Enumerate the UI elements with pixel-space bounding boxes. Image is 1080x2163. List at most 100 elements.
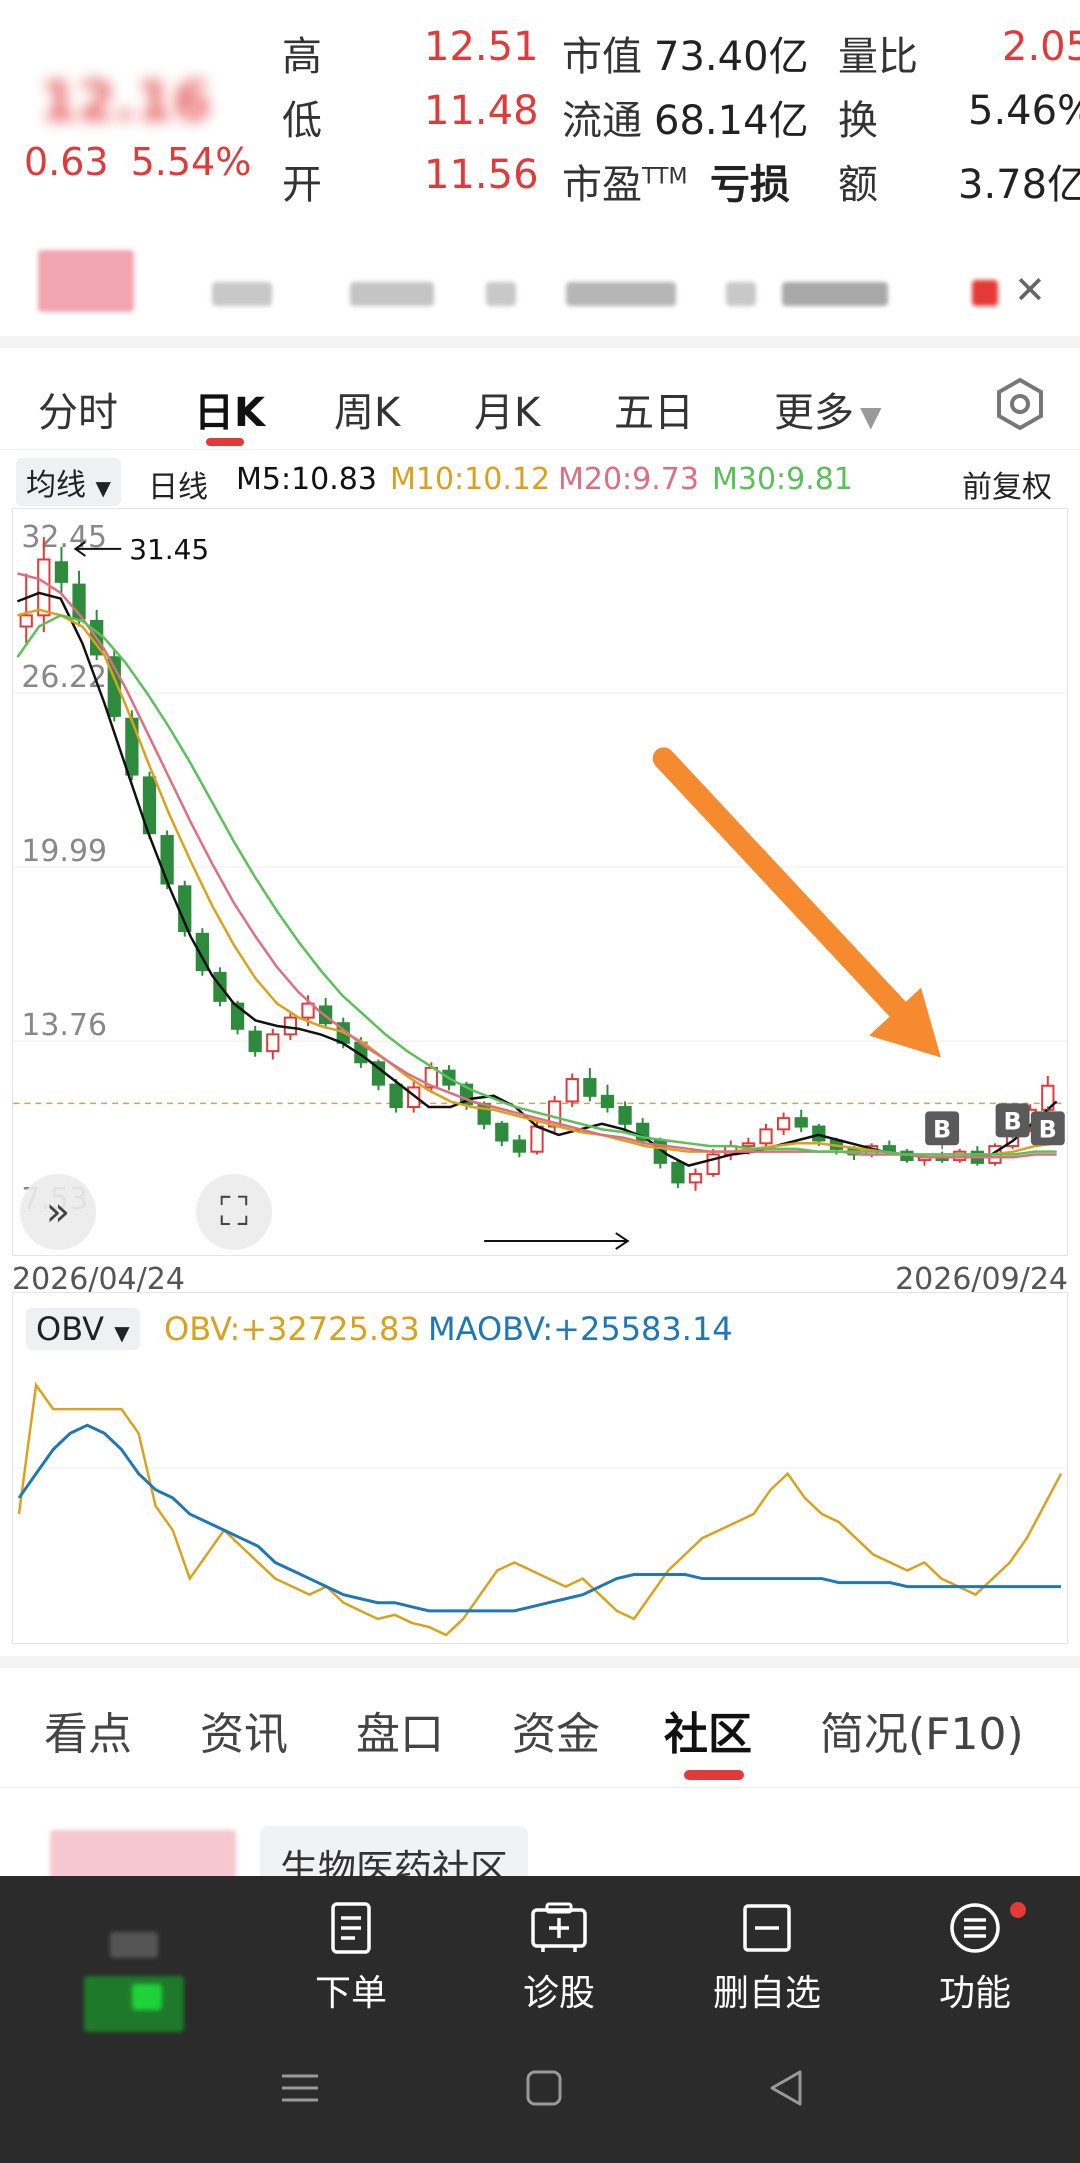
ma5-value: M5:10.83 [236, 462, 377, 497]
back-triangle-icon[interactable] [766, 2068, 806, 2108]
diagnose-button[interactable]: 诊股 [484, 1900, 634, 2016]
redacted-block [110, 1932, 158, 1958]
quote-header: 12.16 0.63 5.54% 高 12.51 市值 73.40亿 量比 2.0… [0, 0, 1080, 232]
quote-row-1: 高 12.51 市值 73.40亿 量比 2.05 [282, 24, 1080, 88]
kline-chart[interactable]: 32.4526.2219.9913.767.5331.45BBB [12, 508, 1068, 1256]
candle-body [794, 1117, 808, 1128]
candle-body [37, 558, 51, 617]
candle-body [953, 1150, 967, 1162]
candle-body [600, 1094, 615, 1108]
tab-community[interactable]: 社区 [664, 1698, 752, 1762]
stat-value-high: 12.51 [424, 24, 539, 70]
functions-label: 功能 [938, 1973, 1011, 2014]
caret-down-icon: ▼ [95, 476, 111, 500]
stat-value-turnover: 5.46% [968, 88, 1080, 134]
candle-body [248, 1030, 262, 1053]
candle-body [19, 614, 33, 628]
info-tabs: 看点 资讯 盘口 资金 社区 简况(F10) [0, 1668, 1080, 1788]
candle-body [495, 1122, 509, 1142]
obv-dropdown[interactable]: OBV ▼ [26, 1308, 140, 1350]
section-divider [0, 336, 1080, 348]
stat-label-low: 低 [282, 98, 322, 144]
y-tick-label: 13.76 [21, 1008, 107, 1043]
section-divider [0, 1656, 1080, 1668]
order-label: 下单 [314, 1973, 387, 2014]
change-percent: 5.54% [130, 140, 252, 184]
change-amount: 0.63 [24, 140, 109, 184]
stat-label-pe: 市盈TTM [562, 162, 688, 208]
stat-label-volratio: 量比 [838, 34, 918, 80]
candle-body [266, 1033, 280, 1053]
tab-news[interactable]: 资讯 [200, 1698, 288, 1762]
home-square-icon[interactable] [524, 2068, 564, 2108]
community-chip[interactable]: 生物医药社区 [260, 1826, 529, 1876]
tab-intraday[interactable]: 分时 [38, 380, 118, 438]
obv-value: OBV:+32725.83 [164, 1310, 420, 1348]
tab-profile-f10[interactable]: 简况(F10) [820, 1698, 1024, 1762]
redacted-block [350, 282, 434, 306]
stat-label-turnover: 换 [838, 98, 878, 144]
close-icon[interactable]: ✕ [1014, 268, 1046, 312]
tab-monthly-k[interactable]: 月K [474, 380, 540, 438]
hexagon-gear-icon[interactable] [992, 376, 1048, 432]
stat-value-pe: 亏损 [710, 162, 790, 208]
quote-row-2: 低 11.48 流通 68.14亿 换 5.46% [282, 88, 1080, 152]
redacted-block [212, 282, 272, 306]
stat-label-mktcap: 市值 [562, 34, 642, 80]
redacted-avatar [38, 250, 134, 312]
redacted-info-row [0, 236, 1080, 336]
stat-value-open: 11.56 [424, 152, 539, 198]
stat-value-volratio: 2.05 [1002, 24, 1080, 70]
candle-body [741, 1142, 756, 1148]
redacted-block [782, 282, 888, 306]
remove-watchlist-label: 删自选 [712, 1973, 821, 2014]
adjust-mode[interactable]: 前复权 [962, 462, 1052, 506]
period-tabs: 分时 日K 周K 月K 五日 更多 ▼ [0, 350, 1080, 450]
redacted-block [486, 282, 516, 306]
tab-capital[interactable]: 资金 [512, 1698, 600, 1762]
ma20-value: M20:9.73 [558, 462, 699, 497]
candle-body [688, 1173, 703, 1184]
ma30-value: M30:9.81 [712, 462, 853, 497]
maobv-value: MAOBV:+25583.14 [428, 1310, 733, 1348]
tab-highlights[interactable]: 看点 [44, 1698, 132, 1762]
price-change: 0.63 5.54% [24, 140, 273, 184]
candle-body [759, 1128, 773, 1145]
candle-body [671, 1161, 685, 1184]
candle-body [618, 1106, 632, 1125]
y-tick-label: 19.99 [21, 834, 107, 869]
redacted-block [132, 1984, 162, 2010]
ma10-value: M10:10.12 [390, 462, 551, 497]
tab-more[interactable]: 更多 ▼ [774, 380, 882, 438]
stat-label-high: 高 [282, 34, 322, 80]
current-price: 12.16 [40, 70, 211, 133]
stat-value-low: 11.48 [424, 88, 539, 134]
indicator-dropdown[interactable]: 均线 ▼ [16, 458, 121, 506]
candle-body [583, 1078, 597, 1097]
active-tab-indicator [206, 438, 244, 446]
redacted-block [566, 282, 676, 306]
ma-line-m30 [16, 613, 1057, 1156]
tab-orderbook[interactable]: 盘口 [356, 1698, 444, 1762]
tab-daily-k[interactable]: 日K [194, 380, 265, 438]
tab-weekly-k[interactable]: 周K [334, 380, 400, 438]
max-price-label: 31.45 [129, 533, 209, 566]
candle-body [54, 561, 69, 583]
candle-body [530, 1125, 544, 1153]
ma-legend: 均线 ▼ 日线 M5:10.83 M10:10.12 M20:9.73 M30:… [0, 456, 1080, 506]
fullscreen-icon[interactable]: ⛶ [196, 1174, 272, 1250]
redacted-red-badge [972, 280, 998, 306]
functions-button[interactable]: 功能 [900, 1900, 1050, 2016]
remove-watchlist-button[interactable]: 删自选 [692, 1900, 842, 2016]
obv-series-obv [17, 1381, 1063, 1637]
order-button[interactable]: 下单 [276, 1900, 426, 2016]
redacted-block [726, 282, 756, 306]
chevron-down-icon: ▼ [860, 400, 882, 433]
menu-lines-icon[interactable] [278, 2068, 322, 2108]
active-tab-indicator [684, 1770, 744, 1780]
annotation-arrow-shaft [652, 747, 924, 1037]
caret-down-icon: ▼ [114, 1321, 130, 1345]
menu-circle-icon [950, 1903, 1000, 1953]
tab-five-day[interactable]: 五日 [614, 380, 694, 438]
expand-left-icon[interactable]: » [20, 1174, 96, 1250]
